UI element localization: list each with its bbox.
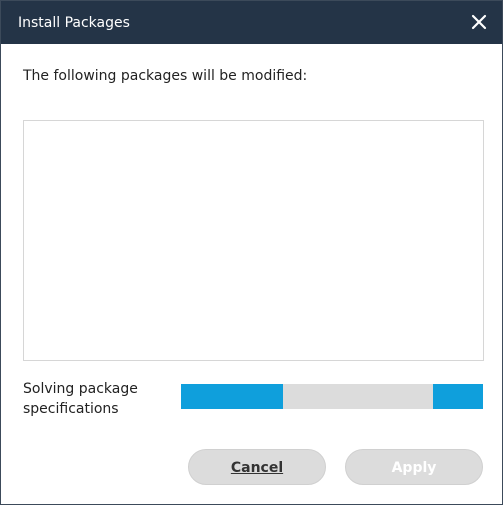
progress-segment-right (433, 384, 483, 409)
apply-button[interactable]: Apply (345, 449, 483, 485)
cancel-button[interactable]: Cancel (188, 449, 326, 485)
close-button[interactable] (464, 7, 494, 37)
package-list[interactable] (23, 120, 484, 361)
status-text: Solving package specifications (23, 381, 138, 417)
progress-bar (181, 384, 483, 409)
progress-segment-left (181, 384, 283, 409)
dialog-title: Install Packages (18, 15, 130, 31)
dialog-titlebar: Install Packages (1, 1, 502, 44)
install-packages-dialog: Install Packages The following packages … (0, 0, 503, 505)
modification-message: The following packages will be modified: (23, 68, 308, 84)
close-icon (464, 7, 494, 37)
